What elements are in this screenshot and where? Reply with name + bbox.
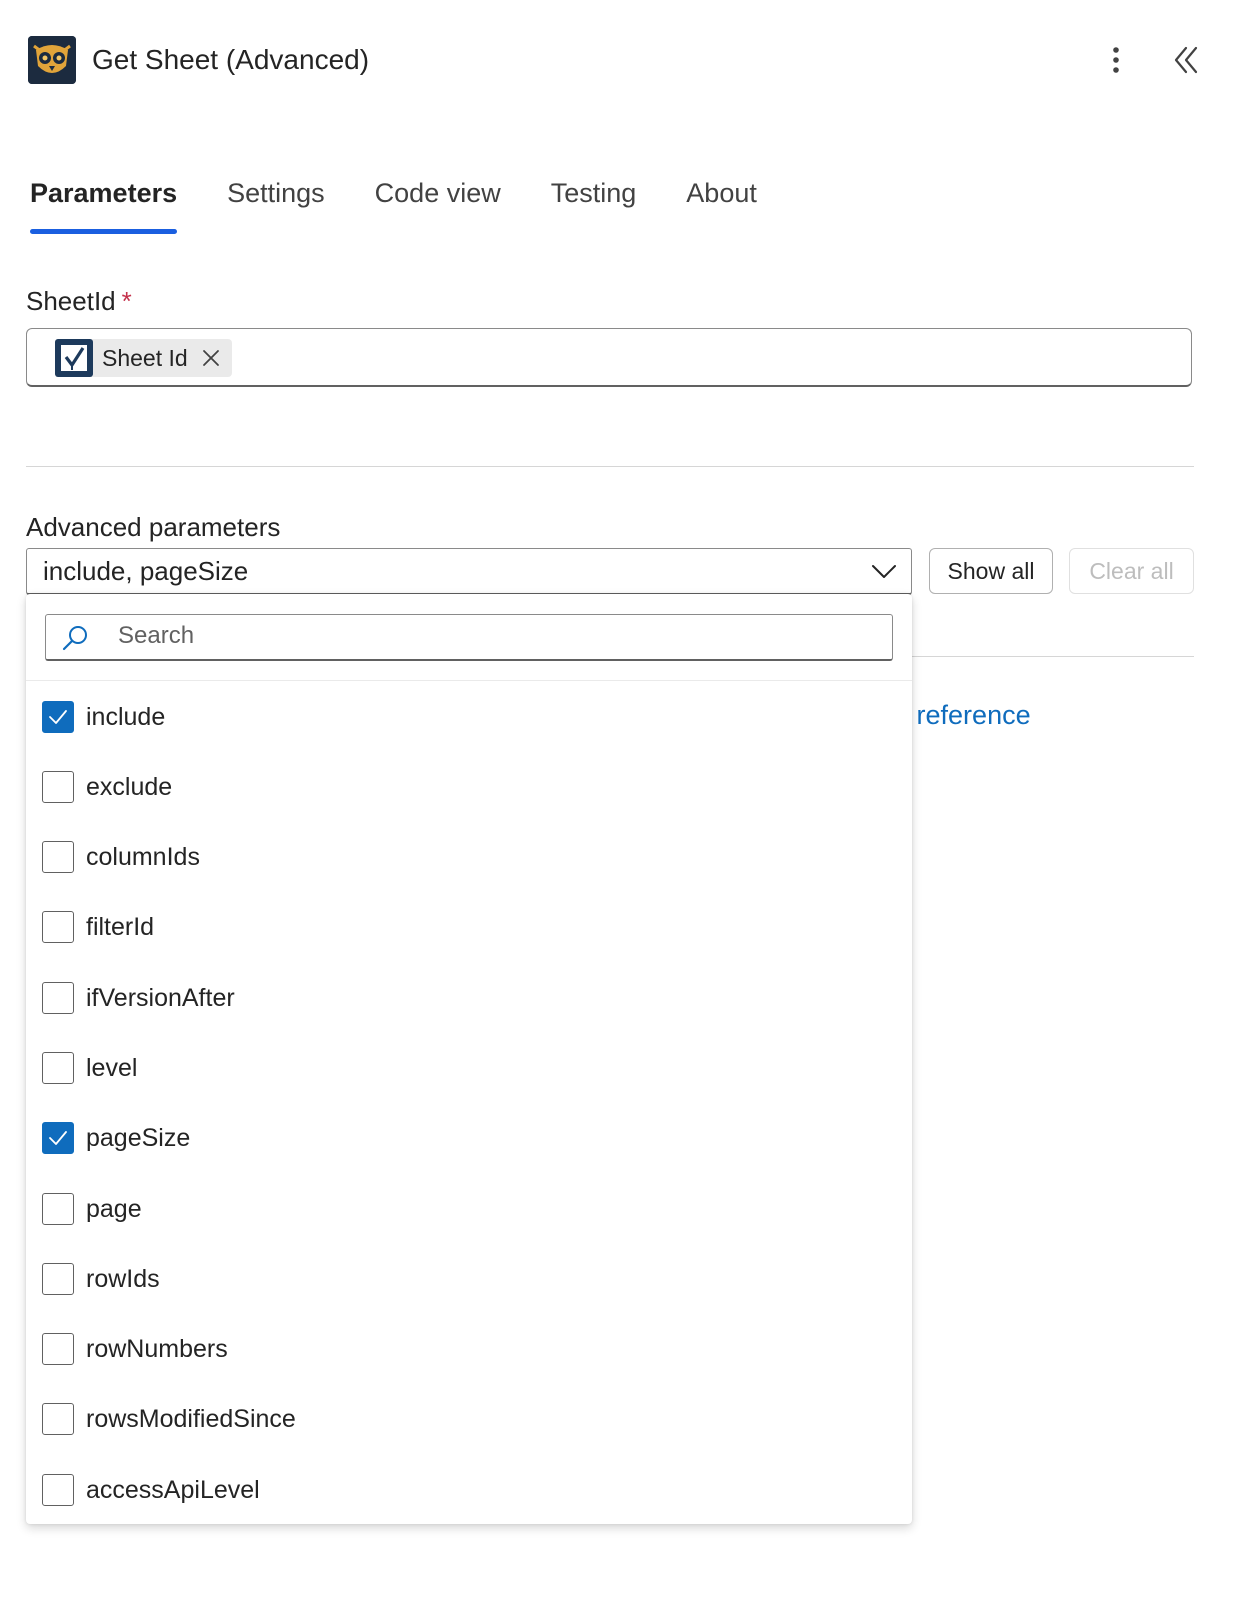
- clear-all-button[interactable]: Clear all: [1069, 548, 1194, 594]
- option-label: rowsModifiedSince: [86, 1404, 296, 1433]
- option-columnids[interactable]: columnIds: [42, 834, 902, 880]
- option-label: rowNumbers: [86, 1334, 228, 1363]
- smartsheet-icon: [55, 339, 93, 377]
- option-label: accessApiLevel: [86, 1475, 260, 1504]
- advanced-parameters-listbox: include exclude columnIds filterId ifVer…: [26, 594, 912, 1524]
- checkbox-ifversionafter[interactable]: [42, 982, 74, 1014]
- option-label: include: [86, 702, 166, 731]
- search-icon: [62, 626, 87, 651]
- search-separator: [26, 680, 912, 681]
- advanced-parameters-label: Advanced parameters: [26, 512, 281, 542]
- close-icon[interactable]: [202, 349, 220, 367]
- option-label: level: [86, 1053, 138, 1082]
- checkbox-rownumbers[interactable]: [42, 1333, 74, 1365]
- option-label: rowIds: [86, 1264, 160, 1293]
- double-chevron-left-icon: [1174, 46, 1198, 74]
- chevron-down-icon: [872, 565, 896, 578]
- reference-link-text: on reference: [897, 700, 1031, 730]
- checkbox-accessapilevel[interactable]: [42, 1474, 74, 1506]
- option-accessapilevel[interactable]: accessApiLevel: [42, 1467, 902, 1513]
- section-divider: [26, 466, 1194, 467]
- more-vertical-icon: [1113, 47, 1119, 73]
- option-pagesize[interactable]: pageSize: [42, 1115, 902, 1161]
- option-label: exclude: [86, 772, 173, 801]
- page-title: Get Sheet (Advanced): [92, 44, 370, 75]
- tab-code-view[interactable]: Code view: [375, 172, 501, 236]
- required-mark: *: [121, 286, 132, 316]
- token-label: Sheet Id: [102, 344, 188, 371]
- option-exclude[interactable]: exclude: [42, 764, 902, 810]
- option-label: columnIds: [86, 842, 200, 871]
- checkmark-icon: [49, 710, 67, 724]
- tab-settings[interactable]: Settings: [227, 172, 325, 236]
- show-all-button[interactable]: Show all: [929, 548, 1053, 594]
- tab-bar: Parameters Settings Code view Testing Ab…: [30, 172, 757, 236]
- sheet-id-input[interactable]: Sheet Id: [26, 328, 1192, 387]
- option-level[interactable]: level: [42, 1045, 902, 1091]
- option-label: pageSize: [86, 1123, 191, 1152]
- collapse-panel-button[interactable]: [1168, 42, 1208, 78]
- option-page[interactable]: page: [42, 1186, 902, 1232]
- advanced-parameters-value: include, pageSize: [43, 556, 249, 586]
- option-rownumbers[interactable]: rowNumbers: [42, 1326, 902, 1372]
- advanced-parameters-dropdown[interactable]: include, pageSize: [26, 548, 912, 595]
- checkbox-pagesize[interactable]: [42, 1122, 74, 1154]
- search-box[interactable]: [45, 614, 893, 661]
- panel-header: Get Sheet (Advanced): [28, 36, 1228, 88]
- section-divider-right: [912, 656, 1194, 657]
- tab-parameters[interactable]: Parameters: [30, 172, 178, 236]
- option-label: page: [86, 1194, 142, 1223]
- more-options-button[interactable]: [1098, 42, 1134, 78]
- option-ifversionafter[interactable]: ifVersionAfter: [42, 975, 902, 1021]
- option-include[interactable]: include: [42, 694, 902, 740]
- checkbox-level[interactable]: [42, 1052, 74, 1084]
- search-input[interactable]: [118, 619, 878, 653]
- checkbox-include[interactable]: [42, 701, 74, 733]
- sheet-id-token[interactable]: Sheet Id: [55, 339, 232, 377]
- tab-about[interactable]: About: [686, 172, 757, 236]
- option-rowids[interactable]: rowIds: [42, 1256, 902, 1302]
- checkbox-filterid[interactable]: [42, 911, 74, 943]
- sheet-id-label-text: SheetId: [26, 286, 116, 316]
- sheet-id-label: SheetId *: [26, 286, 132, 317]
- option-label: filterId: [86, 912, 155, 941]
- option-label: ifVersionAfter: [86, 983, 235, 1012]
- checkbox-page[interactable]: [42, 1193, 74, 1225]
- tab-testing[interactable]: Testing: [551, 172, 637, 236]
- checkmark-icon: [49, 1131, 67, 1145]
- owl-logo-icon: [28, 36, 76, 84]
- checkbox-exclude[interactable]: [42, 771, 74, 803]
- option-rowsmodifiedsince[interactable]: rowsModifiedSince: [42, 1396, 902, 1442]
- checkbox-rowids[interactable]: [42, 1263, 74, 1295]
- checkbox-columnids[interactable]: [42, 841, 74, 873]
- option-filterid[interactable]: filterId: [42, 904, 902, 950]
- checkbox-rowsmodifiedsince[interactable]: [42, 1403, 74, 1435]
- reference-link[interactable]: on reference: [897, 700, 1137, 731]
